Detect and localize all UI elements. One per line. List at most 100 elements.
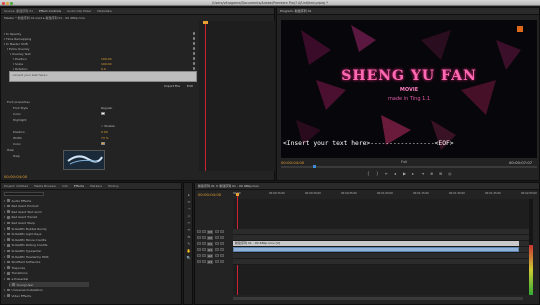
tab-effect-controls[interactable]: Effect Controls: [39, 9, 61, 13]
ripple-edit-tool-icon[interactable]: ⇢: [186, 207, 192, 212]
tab-source[interactable]: Source: 新建序列 01: [4, 9, 33, 13]
effects-folder-item[interactable]: Transitions: [4, 271, 28, 276]
fit-dropdown[interactable]: Full: [401, 160, 407, 164]
sync-lock-icon[interactable]: [202, 259, 206, 263]
toggle-output-icon[interactable]: [215, 253, 219, 257]
stopwatch-icon[interactable]: [192, 67, 195, 70]
expand-triangle-icon[interactable]: [9, 283, 10, 286]
video-clip[interactable]: 新建序列 01 - 00 480p.mov [V]: [233, 241, 519, 246]
razor-tool-icon[interactable]: ✂: [186, 221, 192, 226]
mute-icon[interactable]: [220, 229, 224, 233]
track-label[interactable]: A2: [207, 253, 213, 258]
effects-folder-item[interactable]: Red Giant Transit: [4, 215, 37, 220]
expand-triangle-icon[interactable]: [4, 227, 5, 230]
ec-timecode[interactable]: 00:00:04:00: [4, 174, 27, 179]
effects-folder-item[interactable]: Red Giant Text Anim: [4, 209, 42, 214]
tab-program[interactable]: Program: 新建序列 01: [280, 9, 311, 13]
toggle-output-icon[interactable]: [215, 259, 219, 263]
track-label[interactable]: V3: [207, 229, 213, 234]
effects-folder-item[interactable]: SUGARfx Typewriter: [4, 248, 42, 253]
toggle-output-icon[interactable]: [215, 247, 219, 251]
step-forward-button[interactable]: ▸: [412, 171, 414, 176]
effects-folder-item[interactable]: SUGARfx Headache HDR: [4, 254, 49, 259]
effects-folder-item[interactable]: SUGARfx Light Rays: [4, 232, 41, 237]
stopwatch-icon[interactable]: [192, 62, 195, 65]
expand-triangle-icon[interactable]: [4, 272, 5, 275]
expand-triangle-icon[interactable]: [4, 210, 5, 213]
color-swatch[interactable]: [101, 112, 105, 115]
stopwatch-icon[interactable]: [192, 32, 195, 35]
text-input-box[interactable]: <Insert your text here>: [9, 71, 197, 82]
effects-folder-item[interactable]: Universal Installation: [4, 288, 43, 293]
expand-triangle-icon[interactable]: [4, 205, 5, 208]
ec-row-value[interactable]: 0.0: [101, 67, 106, 71]
effects-folder-item[interactable]: Red Giant Warp: [4, 220, 35, 225]
tab-project-1[interactable]: Media Browser: [34, 184, 56, 188]
lock-icon[interactable]: [197, 235, 201, 239]
expand-triangle-icon[interactable]: [4, 221, 5, 224]
effects-folder-item[interactable]: Red Giant Product: [4, 204, 39, 209]
stopwatch-icon[interactable]: [192, 42, 195, 45]
expand-triangle-icon[interactable]: [13, 67, 14, 70]
mute-icon[interactable]: [220, 253, 224, 257]
expand-triangle-icon[interactable]: [4, 289, 5, 292]
expand-triangle-icon[interactable]: [7, 47, 8, 50]
stopwatch-icon[interactable]: [192, 47, 195, 50]
lock-icon[interactable]: [197, 241, 201, 245]
timeline-scrollbar[interactable]: [233, 297, 523, 300]
track-label[interactable]: V1: [207, 241, 213, 246]
expand-triangle-icon[interactable]: [4, 233, 5, 236]
toggle-output-icon[interactable]: [215, 235, 219, 239]
tab-project-0[interactable]: Project: Untitled: [4, 184, 28, 188]
lock-icon[interactable]: [197, 259, 201, 263]
expand-triangle-icon[interactable]: [4, 37, 5, 40]
track-label[interactable]: V2: [207, 235, 213, 240]
expand-triangle-icon[interactable]: [4, 238, 5, 241]
ec-playhead-handle[interactable]: [203, 21, 208, 24]
expand-triangle-icon[interactable]: [4, 199, 5, 202]
effects-folder-item[interactable]: Trapcode: [4, 265, 25, 270]
expand-triangle-icon[interactable]: [4, 294, 5, 297]
ec-prop-value[interactable]: 73 %: [101, 136, 109, 140]
ec-row-value[interactable]: 100.00: [101, 57, 112, 61]
ec-prop-value[interactable]: ✓ Enable: [101, 124, 115, 128]
tab-metadata[interactable]: Metadata: [97, 9, 111, 13]
expand-triangle-icon[interactable]: [4, 32, 5, 35]
mark-in-button[interactable]: {: [367, 171, 370, 176]
play-button[interactable]: ▶: [403, 171, 406, 176]
ec-row-value[interactable]: 100.00: [101, 62, 112, 66]
tab-audio-clip-mixer[interactable]: Audio Clip Mixer: [67, 9, 91, 13]
mute-icon[interactable]: [220, 235, 224, 239]
program-timecode-left[interactable]: 00:00:04:00: [281, 160, 304, 165]
effects-folder-item[interactable]: SUGARfx Movie Credits: [4, 237, 46, 242]
expand-triangle-icon[interactable]: [4, 216, 5, 219]
stopwatch-icon[interactable]: [192, 57, 195, 60]
expand-triangle-icon[interactable]: [4, 266, 5, 269]
overwrite-button[interactable]: ⊞: [439, 171, 442, 176]
mute-icon[interactable]: [220, 259, 224, 263]
track-label[interactable]: A3: [207, 259, 213, 264]
step-back-button[interactable]: ◂: [394, 171, 396, 176]
export-frame-button[interactable]: ◎: [448, 171, 452, 176]
pen-tool-icon[interactable]: ✎: [186, 242, 192, 247]
track-label[interactable]: A1: [207, 247, 213, 252]
sync-lock-icon[interactable]: [202, 241, 206, 245]
effects-search-input[interactable]: [4, 192, 44, 196]
expand-triangle-icon[interactable]: [10, 52, 11, 55]
sync-lock-icon[interactable]: [202, 247, 206, 251]
timeline-playhead-handle[interactable]: [235, 193, 239, 196]
mute-icon[interactable]: [220, 247, 224, 251]
lock-icon[interactable]: [197, 253, 201, 257]
edit-button[interactable]: Edit: [187, 84, 193, 88]
expand-triangle-icon[interactable]: [4, 42, 5, 45]
zoom-tool-icon[interactable]: 🔍: [186, 256, 192, 261]
sync-lock-icon[interactable]: [202, 229, 206, 233]
lock-icon[interactable]: [197, 247, 201, 251]
sync-lock-icon[interactable]: [202, 235, 206, 239]
import-file-button[interactable]: Import File: [164, 84, 180, 88]
ec-playhead[interactable]: [205, 21, 206, 171]
slip-tool-icon[interactable]: ↔: [186, 228, 192, 233]
stopwatch-icon[interactable]: [192, 37, 195, 40]
toggle-output-icon[interactable]: [215, 229, 219, 233]
tab-project-3[interactable]: Effects: [74, 184, 84, 188]
